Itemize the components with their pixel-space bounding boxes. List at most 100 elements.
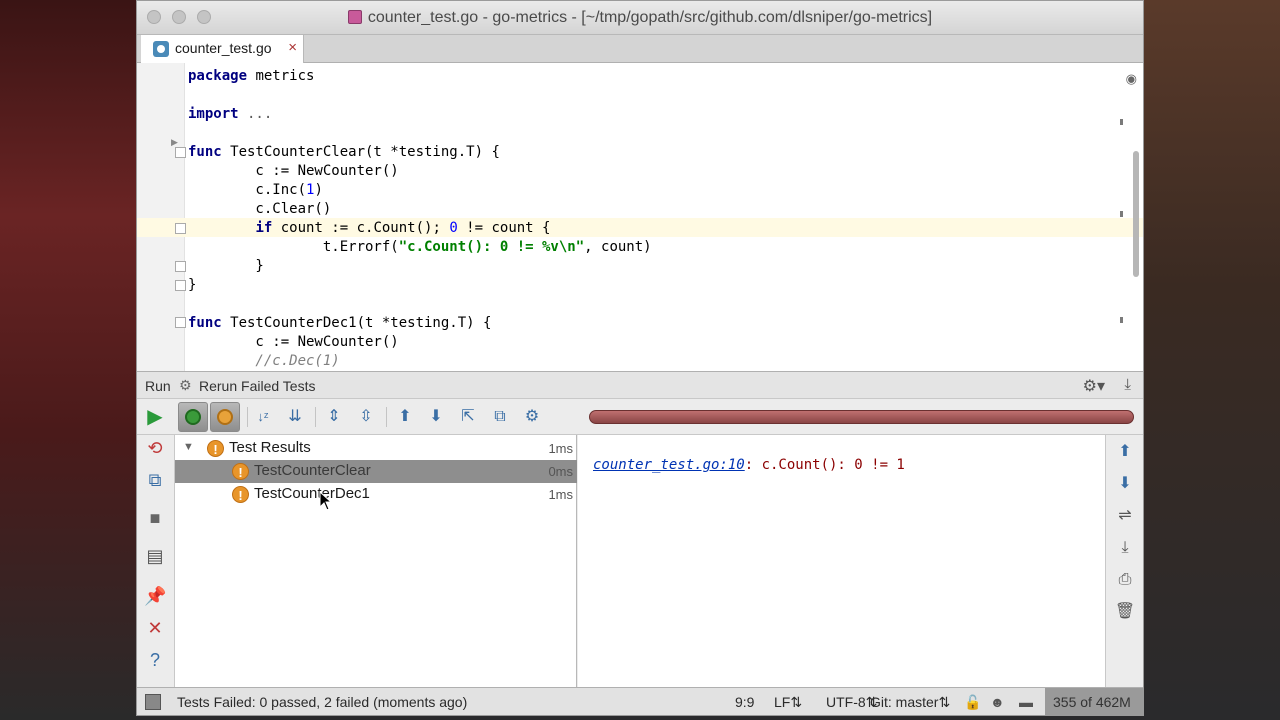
run-panel-label: Run <box>145 378 171 394</box>
editor-tab-bar: counter_test.go × <box>137 35 1143 63</box>
fold-marker[interactable] <box>175 223 186 234</box>
scroll-down-icon[interactable]: ⬇ <box>1114 473 1136 495</box>
code-line: c.Clear() <box>188 201 332 217</box>
previous-failed-icon[interactable]: ⬆ <box>393 405 417 429</box>
console-output-line: counter_test.go:10: c.Count(): 0 != 1 <box>593 457 905 473</box>
error-stripe-marker[interactable] <box>1120 119 1123 125</box>
event-log-icon[interactable]: ▬ <box>1019 694 1033 710</box>
tab-counter-test-go[interactable]: counter_test.go × <box>141 35 304 63</box>
mouse-cursor-icon <box>319 491 333 511</box>
status-bar: Tests Failed: 0 passed, 2 failed (moment… <box>137 687 1143 715</box>
desktop-background <box>0 0 136 720</box>
test-results-label: Test Results <box>229 439 311 456</box>
test-row[interactable]: ! TestCounterDec1 1ms <box>175 483 577 506</box>
export-results-icon[interactable]: ⇱ <box>456 405 480 429</box>
test-name: TestCounterDec1 <box>254 485 370 502</box>
collapse-all-icon[interactable]: ⇳ <box>354 405 378 429</box>
vcs-branch[interactable]: Git: master⇅ <box>870 694 950 711</box>
scroll-to-end-icon[interactable]: ⤓ <box>1114 537 1136 559</box>
toolbar-separator <box>386 407 387 427</box>
fold-marker[interactable] <box>175 261 186 272</box>
test-runner-toolbar: ▶ ↓ᶻ ⇊ ⇕ ⇳ ⬆ ⬇ ⇱ ⧉ ⚙ <box>137 399 1143 435</box>
settings-gear-icon[interactable]: ⚙▾ <box>1083 376 1105 396</box>
test-results-tree[interactable]: ▼ ! Test Results 1ms ! TestCounterClear … <box>175 435 577 687</box>
code-line: import ... <box>188 106 273 122</box>
duration: 1ms <box>548 487 573 502</box>
code-line: t.Errorf("c.Count(): 0 != %v\n", count) <box>188 239 652 255</box>
test-progress-bar <box>589 410 1134 424</box>
inspector-icon[interactable]: ☻ <box>990 694 1005 710</box>
soft-wrap-icon[interactable]: ⇌ <box>1114 505 1136 527</box>
close-tab-icon[interactable]: × <box>288 39 297 56</box>
console-actions-strip: ⬆ ⬇ ⇌ ⤓ ⎙ 🗑 <box>1105 435 1143 687</box>
failed-status-icon: ! <box>232 463 249 480</box>
run-tool-window-header: Run ⚙ Rerun Failed Tests ⚙▾ ⤓ <box>137 371 1143 399</box>
lock-icon[interactable]: 🔓 <box>964 694 981 711</box>
test-name: TestCounterClear <box>254 462 371 479</box>
duration: 1ms <box>548 441 573 456</box>
close-icon[interactable]: ✕ <box>144 617 166 639</box>
clear-all-icon[interactable]: 🗑 <box>1114 601 1136 623</box>
code-line: c.Inc(1) <box>188 182 323 198</box>
stop-icon[interactable]: ■ <box>144 507 166 529</box>
scroll-up-icon[interactable]: ⬆ <box>1114 441 1136 463</box>
test-row[interactable]: ! TestCounterClear 0ms <box>175 460 577 483</box>
expand-arrow-icon[interactable]: ▼ <box>183 441 194 453</box>
code-line-current: if count := c.Count(); 0 != count { <box>255 220 551 236</box>
rerun-failed-icon: ⚙ <box>179 377 192 393</box>
fold-marker[interactable] <box>175 317 186 328</box>
code-line: func TestCounterDec1(t *testing.T) { <box>188 315 492 331</box>
code-line: } <box>188 258 264 274</box>
run-icon[interactable]: ▶ <box>143 405 167 429</box>
code-editor[interactable]: package metrics import ... ▶ func TestCo… <box>137 63 1143 371</box>
tab-label: counter_test.go <box>175 40 272 56</box>
code-line: //c.Dec(1) <box>188 353 340 369</box>
desktop-background-right <box>1144 0 1280 720</box>
code-line: c := NewCounter() <box>188 334 399 350</box>
caret-position[interactable]: 9:9 <box>735 694 754 710</box>
go-file-icon <box>153 41 169 57</box>
test-output-console[interactable]: counter_test.go:10: c.Count(): 0 != 1 <box>578 435 1105 687</box>
error-stripe-marker[interactable] <box>1120 211 1123 217</box>
tree-root-row[interactable]: ▼ ! Test Results 1ms <box>175 437 577 460</box>
toolbar-separator <box>315 407 316 427</box>
rerun-failed-tests-icon[interactable]: ⟲ <box>144 437 166 459</box>
source-link[interactable]: counter_test.go:10 <box>593 457 745 473</box>
ide-window: counter_test.go - go-metrics - [~/tmp/go… <box>136 0 1144 716</box>
duration: 0ms <box>548 464 573 479</box>
toolbar-separator <box>247 407 248 427</box>
fold-marker[interactable] <box>175 280 186 291</box>
code-line: package metrics <box>188 68 315 84</box>
sort-by-duration-icon[interactable]: ⇊ <box>283 405 307 429</box>
tool-windows-icon[interactable] <box>145 694 161 710</box>
status-message: Tests Failed: 0 passed, 2 failed (moment… <box>177 694 468 710</box>
failed-status-icon: ! <box>207 440 224 457</box>
window-title: counter_test.go - go-metrics - [~/tmp/go… <box>137 9 1143 27</box>
run-configuration-tab[interactable]: Rerun Failed Tests <box>199 378 315 394</box>
expand-all-icon[interactable]: ⇕ <box>322 405 346 429</box>
error-stripe-marker[interactable] <box>1120 317 1123 323</box>
next-failed-icon[interactable]: ⬇ <box>424 405 448 429</box>
fold-marker[interactable] <box>175 147 186 158</box>
hide-panel-icon[interactable]: ⤓ <box>1124 376 1131 393</box>
help-icon[interactable]: ? <box>144 649 166 671</box>
line-separator[interactable]: LF⇅ <box>774 694 802 711</box>
show-passed-toggle[interactable] <box>178 402 208 432</box>
import-tests-icon[interactable]: ⧉ <box>488 405 512 429</box>
failed-status-icon: ! <box>232 486 249 503</box>
code-line: } <box>188 277 197 293</box>
settings-gear-icon[interactable]: ⚙ <box>520 405 544 429</box>
run-actions-strip: ⟲ ⧉ ■ ▤ 📌 ✕ ? <box>137 435 175 687</box>
code-line: func TestCounterClear(t *testing.T) { <box>188 144 500 160</box>
toggle-auto-test-icon[interactable]: ⧉ <box>144 469 166 491</box>
editor-scrollbar[interactable] <box>1133 151 1139 277</box>
title-bar: counter_test.go - go-metrics - [~/tmp/go… <box>137 1 1143 35</box>
show-ignored-toggle[interactable] <box>210 402 240 432</box>
reader-mode-eye-icon[interactable]: ◉ <box>1126 71 1137 87</box>
memory-indicator[interactable]: 355 of 462M <box>1045 688 1143 715</box>
print-icon[interactable]: ⎙ <box>1114 569 1136 591</box>
go-file-icon <box>347 10 362 24</box>
layout-icon[interactable]: ▤ <box>144 545 166 567</box>
sort-alphabetically-icon[interactable]: ↓ᶻ <box>251 405 275 429</box>
pin-tab-icon[interactable]: 📌 <box>144 585 166 607</box>
